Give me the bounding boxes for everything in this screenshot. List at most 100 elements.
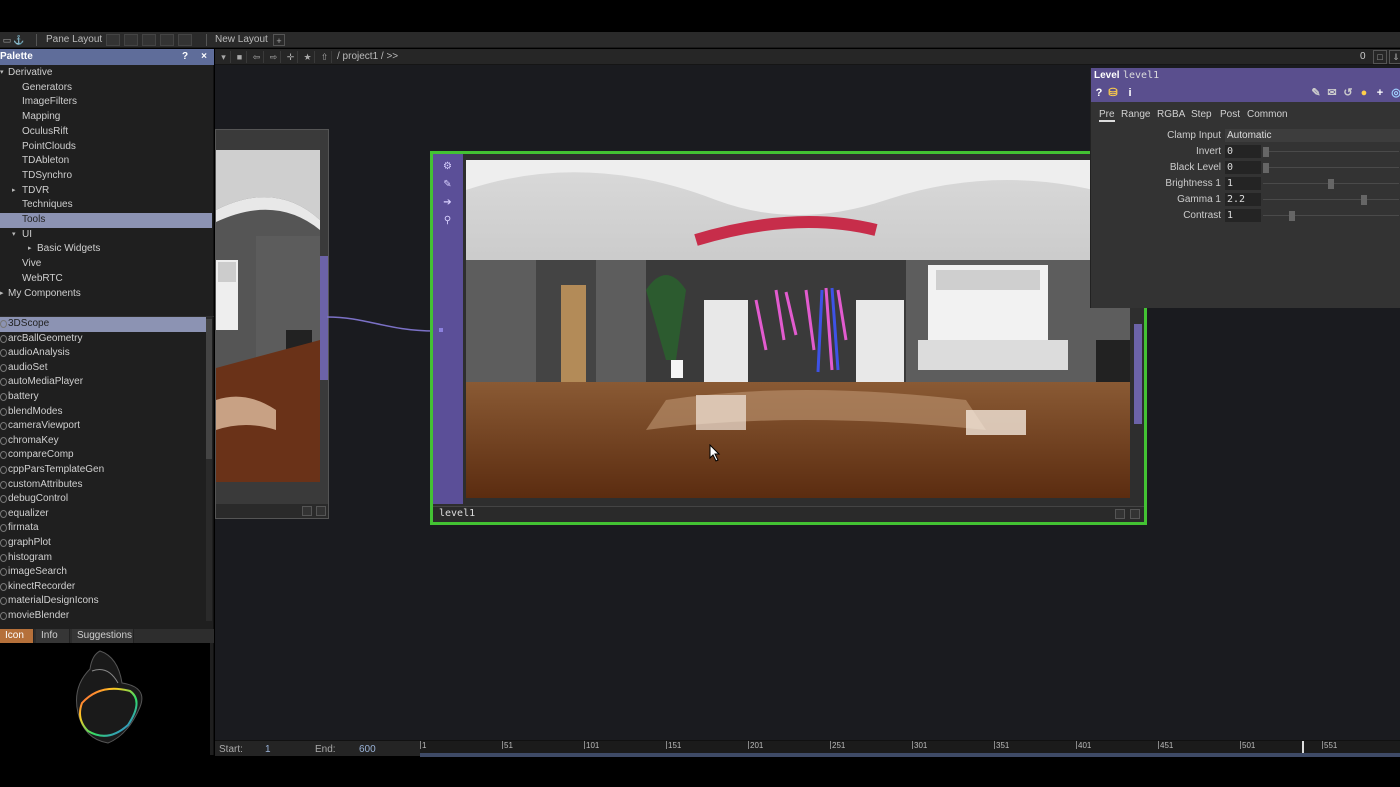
output-connector[interactable] (1134, 324, 1142, 424)
tree-item-ui[interactable]: ▾ UI (12, 228, 212, 243)
clamp-input-menu[interactable]: Automatic (1225, 129, 1400, 142)
timeline-playhead[interactable] (1302, 741, 1305, 753)
pen-icon[interactable]: ✎ (441, 178, 454, 191)
close-button[interactable]: × (197, 50, 211, 64)
layout-quad-button[interactable] (160, 34, 174, 46)
level1-node-viewer[interactable] (466, 160, 1130, 498)
comment-icon[interactable]: ✉ (1325, 86, 1339, 100)
tree-item-tdsynchro[interactable]: TDSynchro (22, 169, 72, 184)
edit-icon[interactable]: ✎ (1309, 86, 1323, 100)
arrow-right-icon[interactable]: ➔ (441, 196, 454, 209)
list-scrollbar[interactable] (206, 317, 212, 621)
window-maximize-icon[interactable]: □ (1373, 50, 1387, 64)
node-flag-toggle[interactable] (1130, 509, 1140, 519)
bookmark-star-icon[interactable]: ★ (301, 51, 315, 63)
tree-item-pointclouds[interactable]: PointClouds (22, 140, 76, 155)
help-button[interactable]: ? (178, 50, 192, 64)
home-icon[interactable]: ✛ (284, 51, 298, 63)
new-layout-button[interactable]: New Layout (215, 34, 268, 45)
tree-item-generators[interactable]: Generators (22, 81, 72, 96)
list-item[interactable]: chromaKey (0, 434, 206, 449)
tab-icon[interactable]: Icon (0, 629, 34, 643)
slider-handle[interactable] (1328, 179, 1334, 189)
contrast-field[interactable]: 1 (1225, 209, 1261, 222)
tab-rgba[interactable]: RGBA (1157, 109, 1185, 120)
parent-icon[interactable]: ⇧ (318, 51, 332, 63)
tab-info[interactable]: Info (36, 629, 70, 643)
list-item[interactable]: customAttributes (0, 478, 206, 493)
slider-handle[interactable] (1360, 195, 1367, 205)
timeline-ruler[interactable]: 15110115120125130135140145150155160 (420, 741, 1400, 757)
brightness-field[interactable]: 1 (1225, 177, 1261, 190)
node-name-label[interactable]: level1 (439, 508, 475, 519)
node-flag-toggle[interactable] (316, 506, 326, 516)
list-item[interactable]: autoMediaPlayer (0, 375, 206, 390)
tree-item-basic-widgets[interactable]: ▸ Basic Widgets (28, 242, 208, 257)
list-item[interactable]: firmata (0, 521, 206, 536)
list-item[interactable]: cameraViewport (0, 419, 206, 434)
timeline-range-bar[interactable] (420, 753, 1400, 757)
list-item[interactable]: 3DScope (0, 317, 206, 332)
python-help-icon[interactable]: ⛁ (1106, 86, 1120, 100)
caret-down-icon[interactable]: ▾ (12, 228, 20, 242)
list-item[interactable]: equalizer (0, 507, 206, 522)
gamma-slider[interactable] (1263, 199, 1399, 200)
tab-suggestions[interactable]: Suggestions (72, 629, 134, 643)
stop-icon[interactable]: ■ (233, 51, 247, 63)
list-item[interactable]: blendModes (0, 405, 206, 420)
info-icon[interactable]: i (1123, 86, 1137, 100)
tree-item-techniques[interactable]: Techniques (22, 198, 73, 213)
list-item[interactable]: audioAnalysis (0, 346, 206, 361)
plus-icon[interactable]: + (1373, 86, 1387, 100)
help-icon[interactable]: ? (1092, 86, 1106, 100)
gamma-field[interactable]: 2.2 (1225, 193, 1261, 206)
invert-field[interactable]: 0 (1225, 145, 1261, 158)
python-icon[interactable]: ● (1357, 86, 1371, 100)
forward-icon[interactable]: ⇨ (267, 51, 281, 63)
tab-range[interactable]: Range (1121, 109, 1150, 120)
refresh-icon[interactable]: ↺ (1341, 86, 1355, 100)
tree-item-webrtc[interactable]: WebRTC (22, 272, 63, 287)
list-item[interactable]: battery (0, 390, 206, 405)
list-item[interactable]: compareComp (0, 448, 206, 463)
dropdown-arrow-icon[interactable]: ▾ (217, 51, 231, 63)
scrollbar-thumb[interactable] (206, 319, 212, 459)
tree-item-mapping[interactable]: Mapping (22, 110, 60, 125)
tab-common[interactable]: Common (1247, 109, 1288, 120)
invert-slider[interactable] (1263, 151, 1399, 152)
list-item[interactable]: arcBallGeometry (0, 332, 206, 347)
list-item[interactable]: graphPlot (0, 536, 206, 551)
list-item[interactable]: cppParsTemplateGen (0, 463, 206, 478)
tree-item-vive[interactable]: Vive (22, 257, 41, 272)
slider-handle[interactable] (1263, 163, 1269, 173)
tree-item-my-components[interactable]: ▸ My Components (0, 287, 212, 302)
tree-item-imagefilters[interactable]: ImageFilters (22, 95, 77, 110)
slider-handle[interactable] (1289, 211, 1295, 221)
caret-right-icon[interactable]: ▸ (28, 242, 36, 256)
list-item[interactable]: debugControl (0, 492, 206, 507)
anchor-icon[interactable]: ⚓ (13, 34, 25, 46)
black-level-slider[interactable] (1263, 167, 1399, 168)
tree-item-tools[interactable]: Tools (0, 213, 212, 228)
layout-split-button[interactable] (124, 34, 138, 46)
input-connector[interactable] (439, 328, 443, 332)
level1-node[interactable]: ⚙ ✎ ➔ ⚲ level1 (430, 151, 1147, 525)
gear-icon[interactable]: ⚙ (441, 160, 454, 173)
caret-down-icon[interactable]: ▾ (0, 66, 8, 80)
network-path-breadcrumb[interactable]: / project1 / >> (337, 51, 398, 62)
start-field[interactable]: 1 (265, 744, 271, 755)
panel-icon[interactable]: ▭ (1, 34, 13, 46)
caret-right-icon[interactable]: ▸ (0, 287, 8, 301)
add-layout-button[interactable]: + (273, 34, 285, 46)
list-item[interactable]: histogram (0, 551, 206, 566)
target-icon[interactable]: ◎ (1389, 86, 1400, 100)
back-icon[interactable]: ⇦ (250, 51, 264, 63)
end-field[interactable]: 600 (359, 744, 376, 755)
layout-single-button[interactable] (106, 34, 120, 46)
pin-icon[interactable]: ⚲ (441, 214, 454, 227)
list-item[interactable]: movieBlender (0, 609, 206, 622)
list-item[interactable]: audioSet (0, 361, 206, 376)
source-node[interactable] (215, 129, 329, 519)
pane-menu-icon[interactable]: ⇓ (1389, 50, 1400, 64)
tree-item-tdvr[interactable]: ▸ TDVR (12, 184, 212, 199)
